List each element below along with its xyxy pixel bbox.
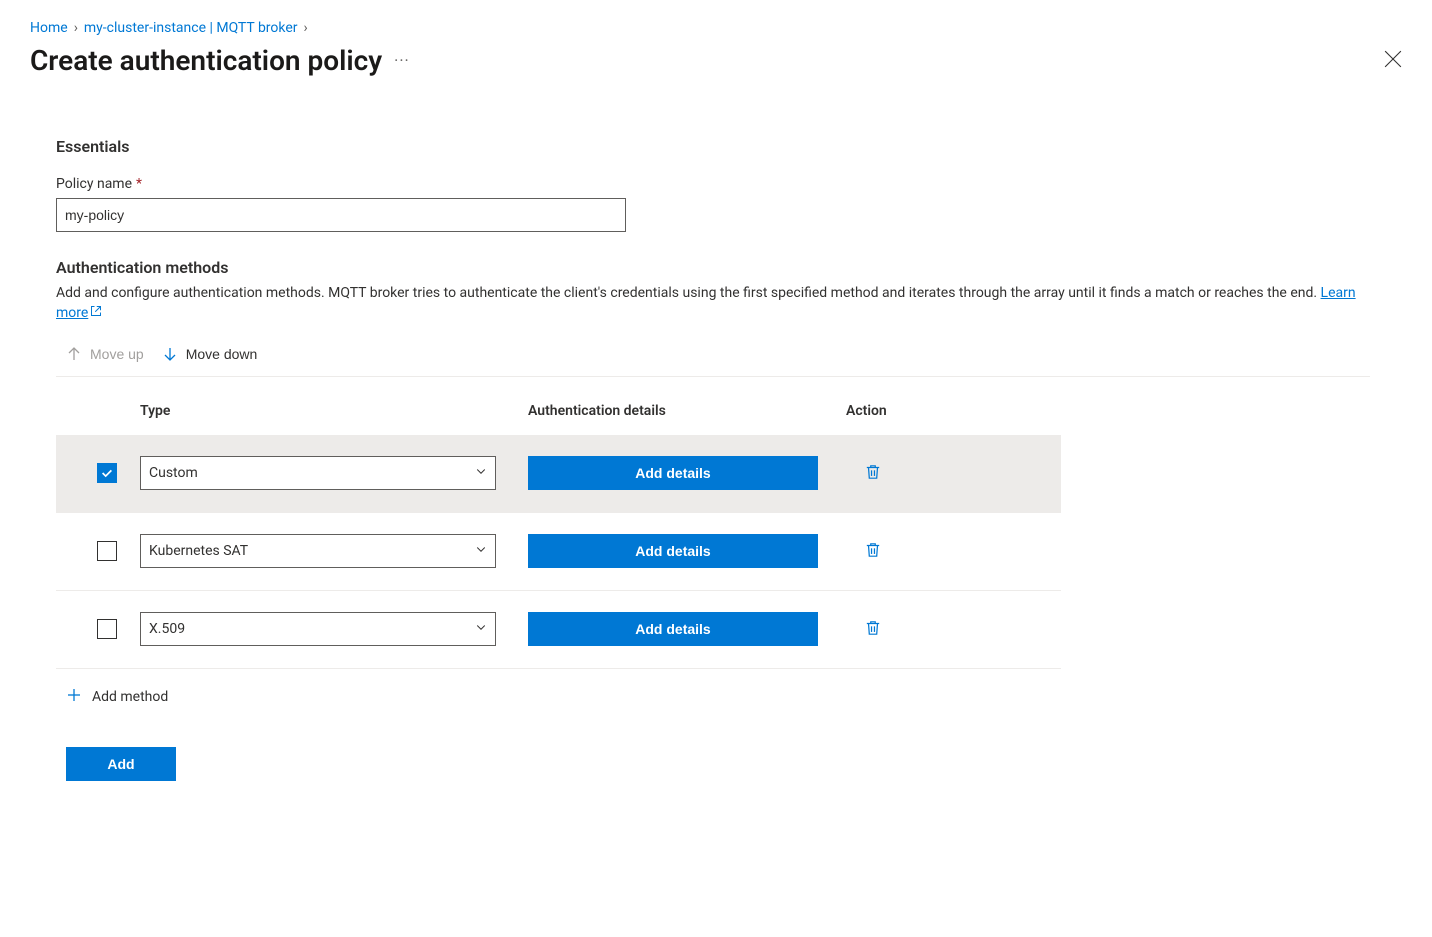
move-up-button[interactable]: Move up <box>66 346 144 362</box>
table-row: X.509 Add details <box>56 591 1061 669</box>
close-button[interactable] <box>1384 50 1402 72</box>
move-up-label: Move up <box>90 346 144 362</box>
delete-row-button[interactable] <box>860 459 886 488</box>
policy-name-label: Policy name * <box>56 176 1370 192</box>
add-details-button[interactable]: Add details <box>528 534 818 568</box>
type-select-value: Custom <box>149 465 198 481</box>
type-select-value: X.509 <box>149 621 185 637</box>
more-icon[interactable]: ··· <box>394 51 410 70</box>
arrow-up-icon <box>66 346 82 362</box>
page-title: Create authentication policy <box>30 44 382 77</box>
plus-icon <box>66 687 82 707</box>
type-select-value: Kubernetes SAT <box>149 543 248 559</box>
breadcrumb: Home › my-cluster-instance | MQTT broker… <box>30 20 1402 36</box>
table-row: Custom Add details <box>56 435 1061 513</box>
auth-methods-heading: Authentication methods <box>56 258 1370 277</box>
add-method-label: Add method <box>92 689 168 705</box>
trash-icon <box>864 541 882 559</box>
table-header: Type Authentication details Action <box>56 377 1061 435</box>
required-indicator: * <box>136 176 142 192</box>
breadcrumb-instance[interactable]: my-cluster-instance | MQTT broker <box>84 20 298 36</box>
chevron-down-icon <box>475 543 487 559</box>
row-checkbox[interactable] <box>97 619 117 639</box>
add-method-button[interactable]: Add method <box>56 669 1061 737</box>
policy-name-input[interactable] <box>56 198 626 232</box>
auth-methods-description: Add and configure authentication methods… <box>56 283 1370 324</box>
auth-methods-table: Type Authentication details Action Custo… <box>56 377 1061 737</box>
arrow-down-icon <box>162 346 178 362</box>
external-link-icon <box>90 303 102 323</box>
essentials-heading: Essentials <box>56 137 1370 156</box>
reorder-toolbar: Move up Move down <box>56 338 1370 377</box>
breadcrumb-home[interactable]: Home <box>30 20 68 36</box>
move-down-label: Move down <box>186 346 258 362</box>
type-select[interactable]: X.509 <box>140 612 496 646</box>
breadcrumb-sep: › <box>74 20 78 36</box>
type-select[interactable]: Custom <box>140 456 496 490</box>
breadcrumb-sep: › <box>304 20 308 36</box>
add-details-button[interactable]: Add details <box>528 612 818 646</box>
move-down-button[interactable]: Move down <box>162 346 258 362</box>
row-checkbox[interactable] <box>97 541 117 561</box>
policy-name-label-text: Policy name <box>56 176 132 192</box>
col-type-header: Type <box>140 403 528 419</box>
row-checkbox[interactable] <box>97 463 117 483</box>
trash-icon <box>864 619 882 637</box>
col-action-header: Action <box>846 403 1061 419</box>
table-row: Kubernetes SAT Add details <box>56 513 1061 591</box>
check-icon <box>100 466 114 480</box>
footer: Add <box>56 737 1370 781</box>
auth-methods-description-text: Add and configure authentication methods… <box>56 285 1321 301</box>
add-details-button[interactable]: Add details <box>528 456 818 490</box>
col-details-header: Authentication details <box>528 403 846 419</box>
trash-icon <box>864 463 882 481</box>
delete-row-button[interactable] <box>860 615 886 644</box>
delete-row-button[interactable] <box>860 537 886 566</box>
chevron-down-icon <box>475 621 487 637</box>
chevron-down-icon <box>475 465 487 481</box>
type-select[interactable]: Kubernetes SAT <box>140 534 496 568</box>
page-header: Create authentication policy ··· <box>30 44 1402 77</box>
add-button[interactable]: Add <box>66 747 176 781</box>
